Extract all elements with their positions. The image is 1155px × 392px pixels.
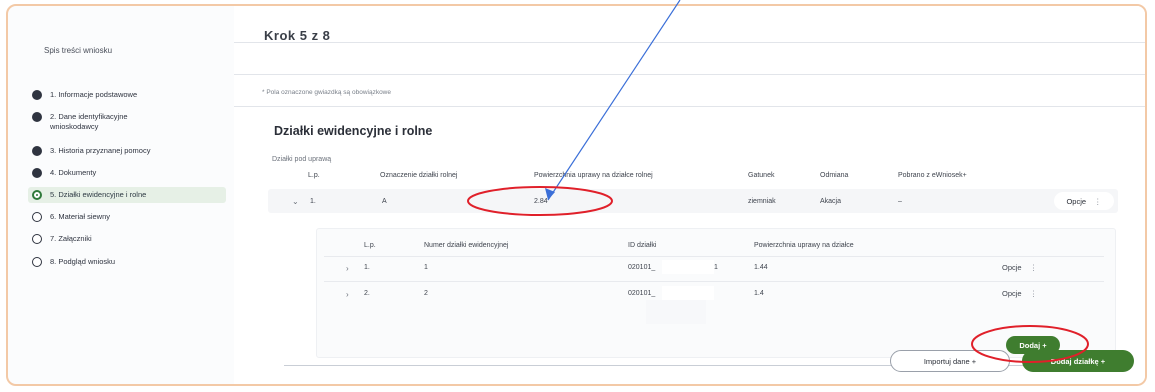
sidebar-step-label: 6. Materiał siewny (50, 212, 111, 221)
divider (234, 106, 1145, 107)
table-caption: Działki pod uprawą (272, 156, 332, 163)
divider (324, 281, 1104, 282)
col-header-lp: L.p. (308, 172, 320, 179)
redaction (646, 300, 706, 324)
step-done-icon (32, 112, 42, 122)
nested-row-numer: 2 (424, 290, 428, 297)
sidebar-step-label: 4. Dokumenty (50, 168, 97, 177)
options-label: Opcje (1066, 196, 1087, 206)
add-plot-button[interactable]: Dodaj działkę + (1022, 350, 1134, 372)
row-options-button[interactable]: Opcje ⋮ (1054, 192, 1114, 210)
nested-col-header-numer: Numer działki ewidencyjnej (424, 242, 509, 249)
row-lp: 1. (310, 198, 316, 205)
expand-row-chevron-icon[interactable]: ⌄ (292, 197, 299, 206)
nested-row-lp: 1. (364, 264, 370, 271)
nested-col-header-powierzchnia: Powierzchnia uprawy na działce (754, 242, 854, 249)
nested-row-numer: 1 (424, 264, 428, 271)
sidebar-step-5[interactable]: 5. Działki ewidencyjne i rolne (28, 187, 226, 203)
sidebar-step-3[interactable]: 3. Historia przyznanej pomocy (32, 146, 222, 156)
divider (324, 256, 1104, 257)
divider (234, 74, 1145, 75)
col-header-oznaczenie: Oznaczenie działki rolnej (380, 172, 458, 179)
nested-col-header-id: ID działki (628, 242, 657, 249)
step-done-icon (32, 90, 42, 100)
table-row[interactable] (268, 189, 1118, 213)
kebab-menu-icon: ⋮ (1029, 289, 1038, 298)
sidebar-step-label: 1. Informacje podstawowe (50, 90, 138, 99)
options-label: Opcje (1002, 289, 1022, 298)
row-pobrano: – (898, 198, 902, 205)
nested-col-header-lp: L.p. (364, 242, 376, 249)
col-header-odmiana: Odmiana (820, 172, 849, 179)
expand-row-chevron-icon[interactable]: › (346, 290, 349, 299)
sidebar-step-label: 3. Historia przyznanej pomocy (50, 146, 151, 155)
app-frame: Spis treści wniosku 1. Informacje podsta… (6, 4, 1147, 386)
col-header-pobrano: Pobrano z eWniosek+ (898, 172, 967, 179)
sidebar-step-label: 7. Załączniki (50, 234, 92, 243)
row-odmiana: Akacja (820, 198, 842, 205)
options-label: Opcje (1002, 263, 1022, 272)
kebab-menu-icon: ⋮ (1094, 196, 1102, 206)
sidebar-step-label: 5. Działki ewidencyjne i rolne (50, 190, 147, 199)
section-title: Działki ewidencyjne i rolne (274, 124, 433, 138)
nested-row-options-button[interactable]: Opcje ⋮ (1002, 263, 1037, 272)
sidebar-step-7[interactable]: 7. Załączniki (32, 234, 222, 244)
col-header-gatunek: Gatunek (748, 172, 775, 179)
main-content: Krok 5 z 8 * Pola oznaczone gwiazdką są … (234, 6, 1145, 384)
step-active-icon (32, 190, 42, 200)
required-note: * Pola oznaczone gwiazdką są obowiązkowe (262, 89, 391, 96)
nested-row-id: 020101_ (628, 290, 656, 297)
step-todo-icon (32, 257, 42, 267)
sidebar-step-1[interactable]: 1. Informacje podstawowe (32, 90, 222, 100)
sidebar-step-6[interactable]: 6. Materiał siewny (32, 212, 222, 222)
nested-row-powierzchnia: 1.44 (754, 264, 768, 271)
sidebar-title: Spis treści wniosku (44, 46, 113, 55)
redaction (662, 260, 714, 274)
nested-row-powierzchnia: 1.4 (754, 290, 764, 297)
sidebar-step-8[interactable]: 8. Podgląd wniosku (32, 257, 222, 267)
kebab-menu-icon: ⋮ (1029, 263, 1038, 272)
sidebar: Spis treści wniosku 1. Informacje podsta… (8, 6, 230, 384)
step-title: Krok 5 z 8 (264, 28, 331, 43)
nested-row-id-suffix: 1 (714, 264, 718, 271)
sidebar-step-2[interactable]: 2. Dane identyfikacyjne wnioskodawcy (32, 112, 222, 132)
divider (234, 42, 1145, 43)
step-todo-icon (32, 212, 42, 222)
redaction (662, 286, 714, 300)
step-todo-icon (32, 234, 42, 244)
nested-row-lp: 2. (364, 290, 370, 297)
sidebar-step-label: 2. Dane identyfikacyjne wnioskodawcy (50, 112, 128, 131)
sidebar-step-label: 8. Podgląd wniosku (50, 257, 116, 266)
row-oznaczenie: A (382, 198, 387, 205)
step-done-icon (32, 146, 42, 156)
expand-row-chevron-icon[interactable]: › (346, 264, 349, 273)
step-done-icon (32, 168, 42, 178)
row-powierzchnia: 2.84 (534, 198, 548, 205)
col-header-powierzchnia: Powierzchnia uprawy na działce rolnej (534, 172, 653, 179)
import-data-button[interactable]: Importuj dane + (890, 350, 1010, 372)
nested-row-options-button[interactable]: Opcje ⋮ (1002, 289, 1037, 298)
row-gatunek: ziemniak (748, 198, 776, 205)
nested-row-id: 020101_ (628, 264, 656, 271)
sidebar-step-4[interactable]: 4. Dokumenty (32, 168, 222, 178)
